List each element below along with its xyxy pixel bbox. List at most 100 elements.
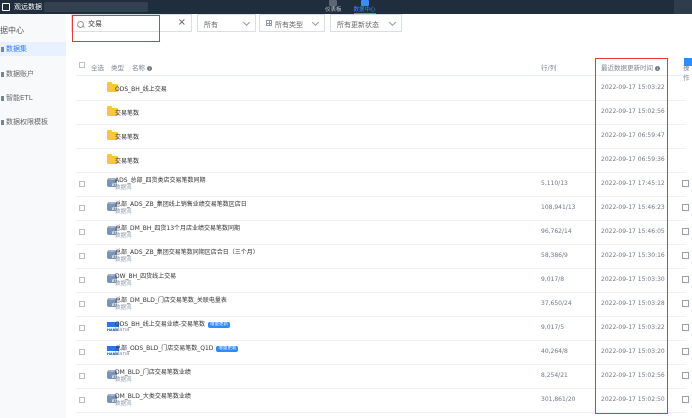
row-size: 40,264/8 <box>541 348 568 355</box>
grid-icon <box>266 20 272 26</box>
sidebar-item-datasets[interactable]: 数据集 <box>0 42 66 56</box>
sidebar-item-smart-etl[interactable]: 智能ETL <box>0 91 66 105</box>
row-subtitle: 数据流 <box>115 185 132 191</box>
chevron-down-icon <box>242 18 251 27</box>
filter-type-label: 所有类型 <box>275 21 303 29</box>
top-tabs: 仪表板 数据中心 <box>325 0 376 14</box>
right-edge-button[interactable] <box>684 58 692 66</box>
edit-icon[interactable] <box>682 252 689 259</box>
highlight-box-time-column <box>595 58 668 414</box>
row-name[interactable]: 总部_ODS_BLD_门店交易笔数_Q1D 增量更新 <box>115 343 239 352</box>
row-subtitle: 数据流 <box>115 257 132 263</box>
edit-icon[interactable] <box>682 228 689 235</box>
sidebar-item-label: 智能ETL <box>6 94 33 102</box>
tab-dashboard-label: 仪表板 <box>325 7 342 13</box>
edit-icon[interactable] <box>682 372 689 379</box>
chevron-down-icon <box>311 18 320 27</box>
row-name[interactable]: 总部_ADS_ZB_集团交易笔数同期区店合日（三个月） <box>115 247 259 256</box>
row-size: 37,650/24 <box>541 300 572 307</box>
row-checkbox[interactable] <box>79 181 85 187</box>
edit-icon[interactable] <box>682 348 689 355</box>
row-name[interactable]: 总部_DM_BLD_门店交易笔数_关联电量表 <box>115 295 227 304</box>
edit-icon[interactable] <box>682 396 689 403</box>
tab-data-center-label: 数据中心 <box>353 7 376 13</box>
sidebar-item-permission-templates[interactable]: 数据权限模板 <box>0 115 66 129</box>
row-name[interactable]: ODS_BH_线上交易 <box>115 84 167 93</box>
name-header-label: 名称 <box>132 64 145 72</box>
top-right-area <box>674 0 692 14</box>
app-logo-icon <box>2 3 10 11</box>
edit-icon[interactable] <box>682 276 689 283</box>
row-checkbox[interactable] <box>79 373 85 379</box>
filter-select-label: 所有 <box>204 21 218 29</box>
row-name[interactable]: 交易笔数 <box>115 108 139 117</box>
row-checkbox[interactable] <box>79 301 85 307</box>
chevron-down-icon <box>388 18 397 27</box>
row-size: 301,861/20 <box>541 396 576 403</box>
tab-dashboard[interactable]: 仪表板 <box>325 0 342 14</box>
blurred-account-area <box>44 2 148 12</box>
row-checkbox[interactable] <box>79 325 85 331</box>
row-size: 9,017/5 <box>541 324 565 331</box>
account-icon <box>1 72 4 77</box>
row-checkbox[interactable] <box>79 277 85 283</box>
row-name[interactable]: 总部_ADS_ZB_集团线上销售业绩交易笔数区店日 <box>115 199 247 208</box>
close-icon[interactable]: × <box>178 18 186 28</box>
row-name[interactable]: ODS_BH_线上交易业绩-交易笔数 增量更新 <box>115 319 230 328</box>
row-subtitle: 数据流 <box>115 209 132 215</box>
row-name[interactable]: 总部_DM_BH_四货13个月店业绩交易笔数同期 <box>115 223 240 232</box>
tab-data-center[interactable]: 数据中心 <box>353 0 376 14</box>
type-header: 类型 <box>111 64 124 72</box>
sidebar-item-label: 数据账户 <box>6 70 34 78</box>
row-subtitle: Hana <box>115 327 130 333</box>
row-subtitle: Hana <box>115 351 130 357</box>
edit-icon[interactable] <box>682 324 689 331</box>
row-checkbox[interactable] <box>79 205 85 211</box>
info-icon: i <box>147 65 152 71</box>
row-checkbox[interactable] <box>79 253 85 259</box>
sidebar-item-label: 数据集 <box>6 45 27 53</box>
edit-icon[interactable] <box>682 204 689 211</box>
brand: 观远数据 <box>0 0 42 14</box>
row-size: 9,017/8 <box>541 276 565 283</box>
row-name[interactable]: 交易笔数 <box>115 132 139 141</box>
row-subtitle: 数据流 <box>115 377 132 383</box>
row-size: 96,762/14 <box>541 228 572 235</box>
size-header: 行/列 <box>541 64 557 72</box>
select-all-label: 全选 <box>91 64 104 72</box>
row-subtitle: 数据流 <box>115 305 132 311</box>
incremental-update-tag: 增量更新 <box>207 321 230 328</box>
row-subtitle: 数据流 <box>115 281 132 287</box>
etl-menu-icon <box>1 96 4 101</box>
sidebar: 据中心 数据集 数据账户 智能ETL 数据权限模板 <box>0 14 67 418</box>
sidebar-item-label: 数据权限模板 <box>6 118 48 126</box>
filter-type-select[interactable]: 所有类型 <box>259 14 325 32</box>
row-name-text: 总部_ODS_BLD_门店交易笔数_Q1D <box>115 345 214 352</box>
row-size: 108,941/13 <box>541 204 576 211</box>
sidebar-item-data-accounts[interactable]: 数据账户 <box>0 67 66 81</box>
top-navigation-bar: 观远数据 仪表板 数据中心 <box>0 0 692 14</box>
row-checkbox[interactable] <box>79 229 85 235</box>
sidebar-title: 据中心 <box>0 26 24 35</box>
row-subtitle: 数据流 <box>115 233 132 239</box>
name-header: 名称 i <box>132 62 152 72</box>
filter-update-status-select[interactable]: 所有更新状态 <box>330 14 402 32</box>
filter-select-all[interactable]: 所有 <box>197 14 256 32</box>
row-size: 5,110/13 <box>541 180 568 187</box>
highlight-box-search <box>72 15 160 42</box>
edit-icon[interactable] <box>682 300 689 307</box>
filter-update-status-label: 所有更新状态 <box>337 21 379 29</box>
permission-icon <box>1 120 4 125</box>
edit-icon[interactable] <box>682 180 689 187</box>
incremental-update-tag: 增量更新 <box>216 345 239 352</box>
row-size: 58,386/9 <box>541 252 568 259</box>
dashboard-icon <box>329 0 338 6</box>
row-checkbox[interactable] <box>79 349 85 355</box>
row-name[interactable]: 交易笔数 <box>115 156 139 165</box>
select-all-checkbox[interactable] <box>79 62 85 68</box>
row-checkbox[interactable] <box>79 397 85 403</box>
row-subtitle: 数据流 <box>115 401 132 407</box>
data-center-icon <box>360 0 369 6</box>
brand-name: 观远数据 <box>14 3 42 11</box>
row-size: 8,254/21 <box>541 372 568 379</box>
